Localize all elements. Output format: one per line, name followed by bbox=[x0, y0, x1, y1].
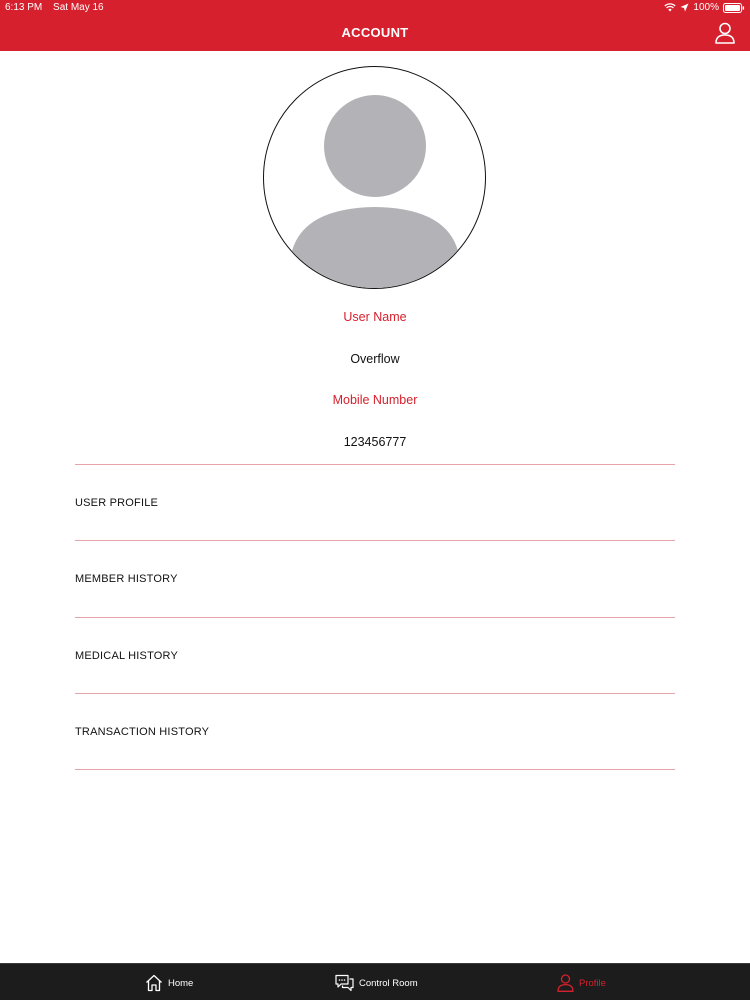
status-left: 6:13 PM Sat May 16 bbox=[5, 2, 112, 13]
tab-label: Home bbox=[168, 977, 194, 989]
status-bar: 6:13 PM Sat May 16 100% bbox=[0, 0, 750, 16]
menu-item-label: USER PROFILE bbox=[75, 497, 159, 509]
chat-icon bbox=[335, 974, 354, 992]
menu-item-label: TRANSACTION HISTORY bbox=[75, 726, 210, 738]
page-title: ACCOUNT bbox=[341, 25, 409, 40]
person-outline-icon bbox=[714, 22, 736, 48]
default-avatar-icon bbox=[264, 67, 485, 288]
tab-control-room[interactable]: Control Room bbox=[335, 972, 418, 994]
divider bbox=[75, 617, 675, 618]
status-right: 100% bbox=[664, 2, 745, 13]
user-name-label: User Name bbox=[343, 310, 407, 324]
location-arrow-icon bbox=[680, 3, 689, 12]
home-icon bbox=[145, 974, 163, 992]
divider bbox=[75, 540, 675, 541]
battery-percent: 100% bbox=[693, 2, 719, 13]
menu-item-medical-history[interactable]: MEDICAL HISTORY bbox=[75, 620, 675, 694]
mobile-number-value: 123456777 bbox=[343, 435, 407, 449]
menu-item-label: MEMBER HISTORY bbox=[75, 573, 178, 585]
menu-item-user-profile[interactable]: USER PROFILE bbox=[75, 467, 675, 541]
battery-icon bbox=[723, 2, 745, 13]
app-header: 6:13 PM Sat May 16 100% ACCOUNT bbox=[0, 0, 750, 51]
menu-item-member-history[interactable]: MEMBER HISTORY bbox=[75, 543, 675, 617]
account-screen: 6:13 PM Sat May 16 100% ACCOUNT User Nam… bbox=[0, 0, 750, 1000]
menu-item-transaction-history[interactable]: TRANSACTION HISTORY bbox=[75, 696, 675, 770]
tab-profile[interactable]: Profile bbox=[557, 972, 606, 994]
tab-home[interactable]: Home bbox=[145, 972, 193, 994]
tab-label: Profile bbox=[579, 977, 606, 989]
person-icon bbox=[557, 974, 574, 992]
wifi-icon bbox=[664, 3, 677, 12]
account-button[interactable] bbox=[714, 22, 736, 44]
menu-item-label: MEDICAL HISTORY bbox=[75, 650, 179, 662]
tab-label: Control Room bbox=[359, 977, 418, 989]
mobile-number-label: Mobile Number bbox=[332, 393, 418, 407]
divider bbox=[75, 693, 675, 694]
divider bbox=[75, 464, 675, 465]
divider bbox=[75, 769, 675, 770]
status-time: 6:13 PM bbox=[5, 2, 43, 13]
bottom-tab-bar: Home Control Room Profile bbox=[0, 963, 750, 1000]
profile-avatar[interactable] bbox=[263, 66, 486, 289]
user-name-value: Overflow bbox=[350, 352, 400, 366]
status-date: Sat May 16 bbox=[53, 2, 104, 13]
